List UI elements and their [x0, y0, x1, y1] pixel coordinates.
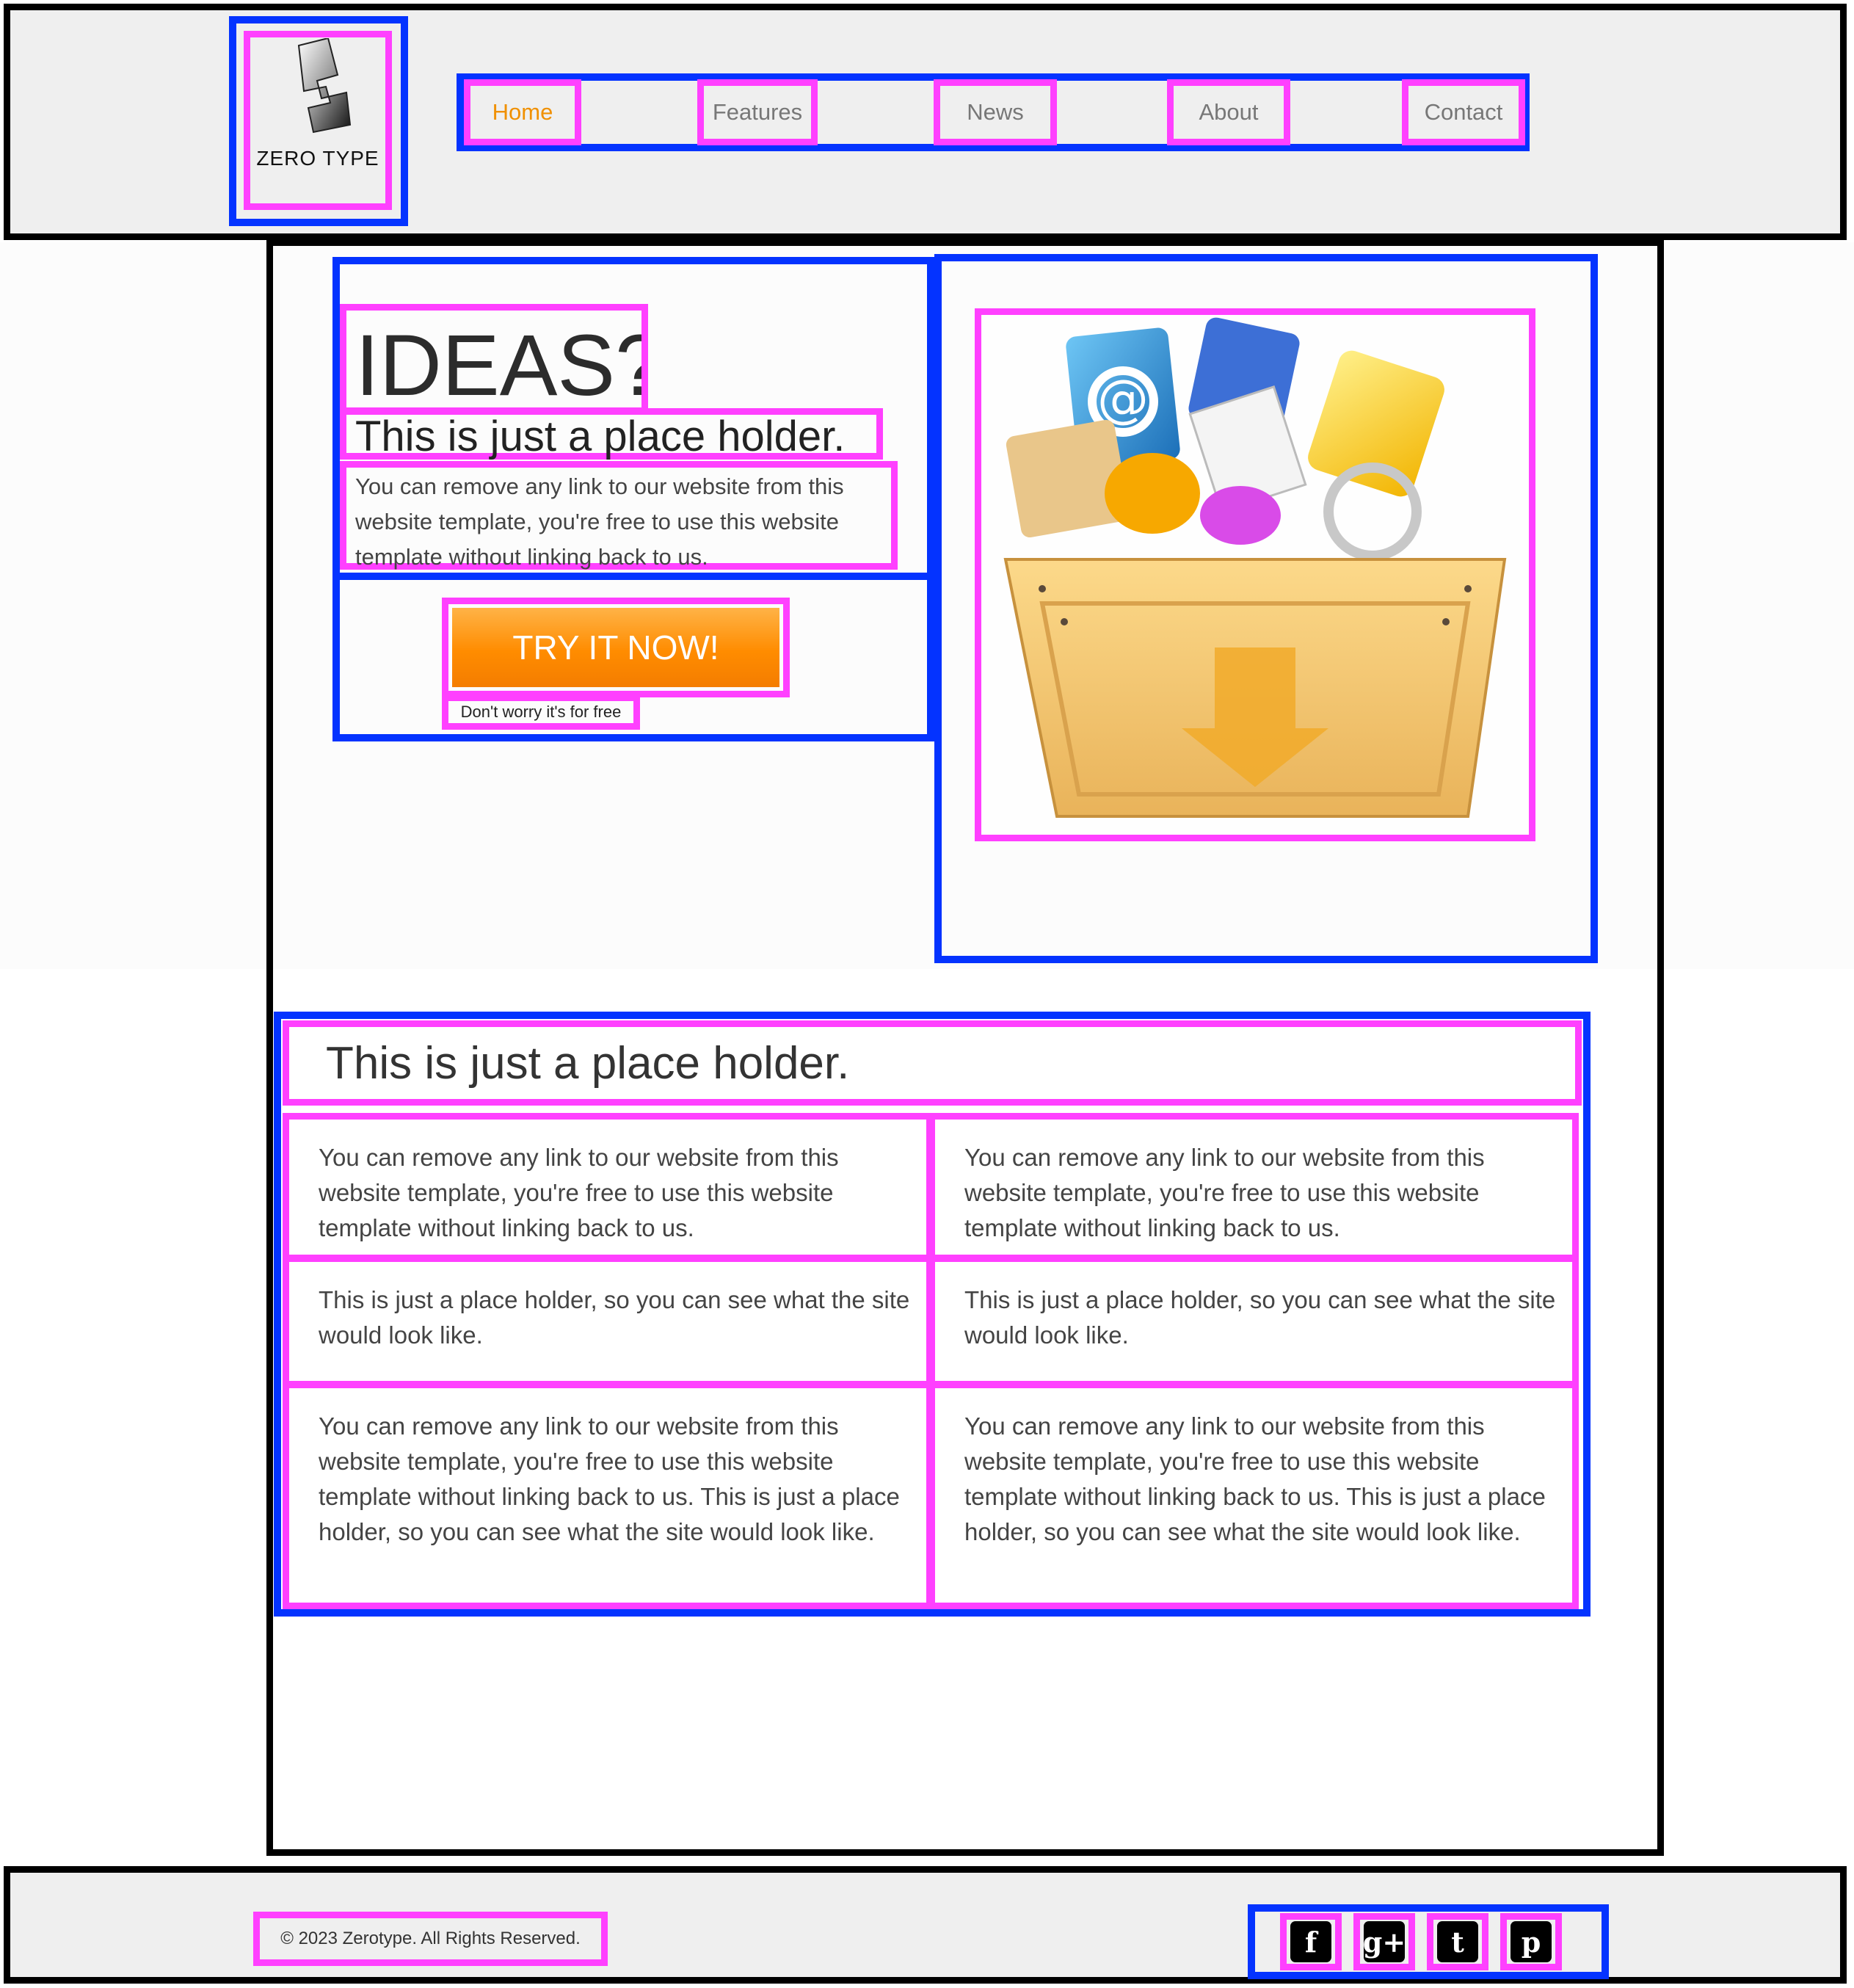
feature-cell: This is just a place holder, so you can … — [928, 1255, 1579, 1387]
feature-cell: This is just a place holder, so you can … — [283, 1255, 933, 1387]
google-plus-link[interactable]: g+ — [1353, 1913, 1415, 1970]
facebook-link[interactable]: f — [1280, 1913, 1342, 1970]
try-it-now-button[interactable]: TRY IT NOW! — [452, 608, 779, 687]
nav-home[interactable]: Home — [464, 79, 581, 145]
feature-cell: You can remove any link to our website f… — [928, 1382, 1579, 1609]
nav-features[interactable]: Features — [697, 79, 818, 145]
twitter-link[interactable]: t — [1427, 1913, 1488, 1970]
hero-body-text: You can remove any link to our website f… — [340, 461, 898, 570]
svg-text:@: @ — [1097, 369, 1149, 429]
google-plus-icon: g+ — [1363, 1921, 1406, 1962]
facebook-icon: f — [1290, 1921, 1331, 1962]
logo-text: ZERO TYPE — [256, 147, 379, 170]
pinterest-icon: p — [1511, 1921, 1552, 1962]
features-title: This is just a place holder. — [283, 1020, 1582, 1106]
twitter-icon: t — [1437, 1921, 1478, 1962]
feature-cell: You can remove any link to our website f… — [283, 1113, 933, 1261]
feature-cell: You can remove any link to our website f… — [283, 1382, 933, 1609]
nav-about[interactable]: About — [1167, 79, 1290, 145]
feature-cell: You can remove any link to our website f… — [928, 1113, 1579, 1261]
hero-subheading: This is just a place holder. — [340, 408, 883, 460]
copyright-text: © 2023 Zerotype. All Rights Reserved. — [253, 1912, 608, 1966]
hero-heading: IDEAS? — [340, 304, 648, 414]
logo-mark-icon — [297, 38, 352, 134]
app-crate-icon: @ — [1003, 317, 1507, 818]
nav-contact[interactable]: Contact — [1402, 79, 1525, 145]
pinterest-link[interactable]: p — [1500, 1913, 1562, 1970]
cta-note: Don't worry it's for free — [442, 694, 640, 730]
nav-news[interactable]: News — [934, 79, 1057, 145]
